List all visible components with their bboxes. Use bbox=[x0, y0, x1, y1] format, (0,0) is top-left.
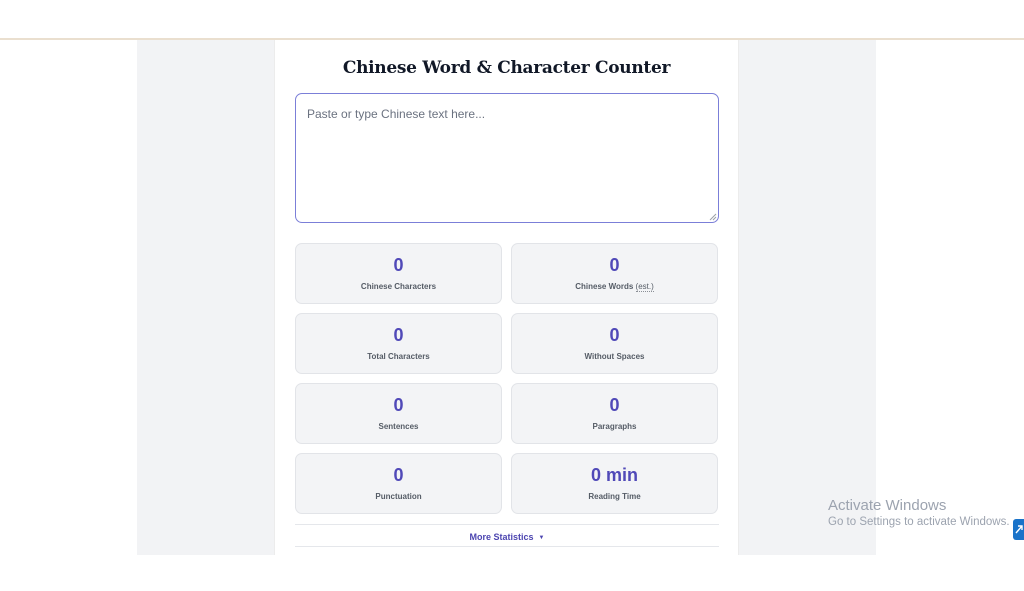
watermark-title: Activate Windows bbox=[828, 497, 947, 514]
stat-label-chinese-characters: Chinese Characters bbox=[360, 282, 437, 291]
stat-label-without-spaces: Without Spaces bbox=[584, 352, 645, 361]
more-statistics-bottom-divider bbox=[295, 546, 719, 547]
estimate-note: (est.) bbox=[635, 282, 654, 292]
more-statistics-label: More Statistics bbox=[469, 532, 534, 542]
stat-card-total-characters: 0 Total Characters bbox=[295, 313, 502, 374]
stat-label-chinese-words-wrapper: Chinese Words (est.) bbox=[512, 282, 717, 292]
chinese-text-input[interactable] bbox=[295, 93, 719, 223]
stat-label-chinese-words: Chinese Words bbox=[575, 282, 634, 291]
stat-value-paragraphs: 0 bbox=[609, 395, 620, 415]
more-statistics-divider bbox=[295, 524, 719, 525]
stat-value-reading-time: 0 min bbox=[590, 465, 638, 485]
stat-card-chinese-characters: 0 Chinese Characters bbox=[295, 243, 502, 304]
counter-panel: Chinese Word & Character Counter 0 Chine… bbox=[274, 40, 739, 555]
more-statistics-button[interactable]: More Statistics ▼ bbox=[295, 529, 719, 545]
stat-value-total-characters: 0 bbox=[393, 325, 404, 345]
stat-label-reading-time: Reading Time bbox=[588, 492, 641, 501]
arrow-expand-icon[interactable] bbox=[1013, 519, 1024, 540]
stat-label-punctuation: Punctuation bbox=[375, 492, 422, 501]
stat-value-punctuation: 0 bbox=[393, 465, 404, 485]
triangle-down-icon: ▼ bbox=[538, 535, 545, 541]
activate-windows-watermark: Activate Windows Go to Settings to activ… bbox=[828, 497, 1024, 528]
stat-value-sentences: 0 bbox=[393, 395, 404, 415]
stat-card-paragraphs: 0 Paragraphs bbox=[511, 383, 718, 444]
stat-label-sentences: Sentences bbox=[378, 422, 419, 431]
stat-card-without-spaces: 0 Without Spaces bbox=[511, 313, 718, 374]
stat-card-sentences: 0 Sentences bbox=[295, 383, 502, 444]
watermark-subtitle: Go to Settings to activate Windows. bbox=[828, 516, 1010, 528]
stat-label-total-characters: Total Characters bbox=[367, 352, 430, 361]
stat-label-paragraphs: Paragraphs bbox=[592, 422, 637, 431]
stat-value-without-spaces: 0 bbox=[609, 325, 620, 345]
stat-card-chinese-words: 0 Chinese Words (est.) bbox=[511, 243, 718, 304]
page-title: Chinese Word & Character Counter bbox=[342, 58, 671, 78]
stat-value-chinese-words: 0 bbox=[609, 255, 620, 275]
stat-value-chinese-characters: 0 bbox=[393, 255, 404, 275]
stat-card-reading-time: 0 min Reading Time bbox=[511, 453, 718, 514]
stat-card-punctuation: 0 Punctuation bbox=[295, 453, 502, 514]
arrow-expand-glyph bbox=[1015, 525, 1023, 534]
